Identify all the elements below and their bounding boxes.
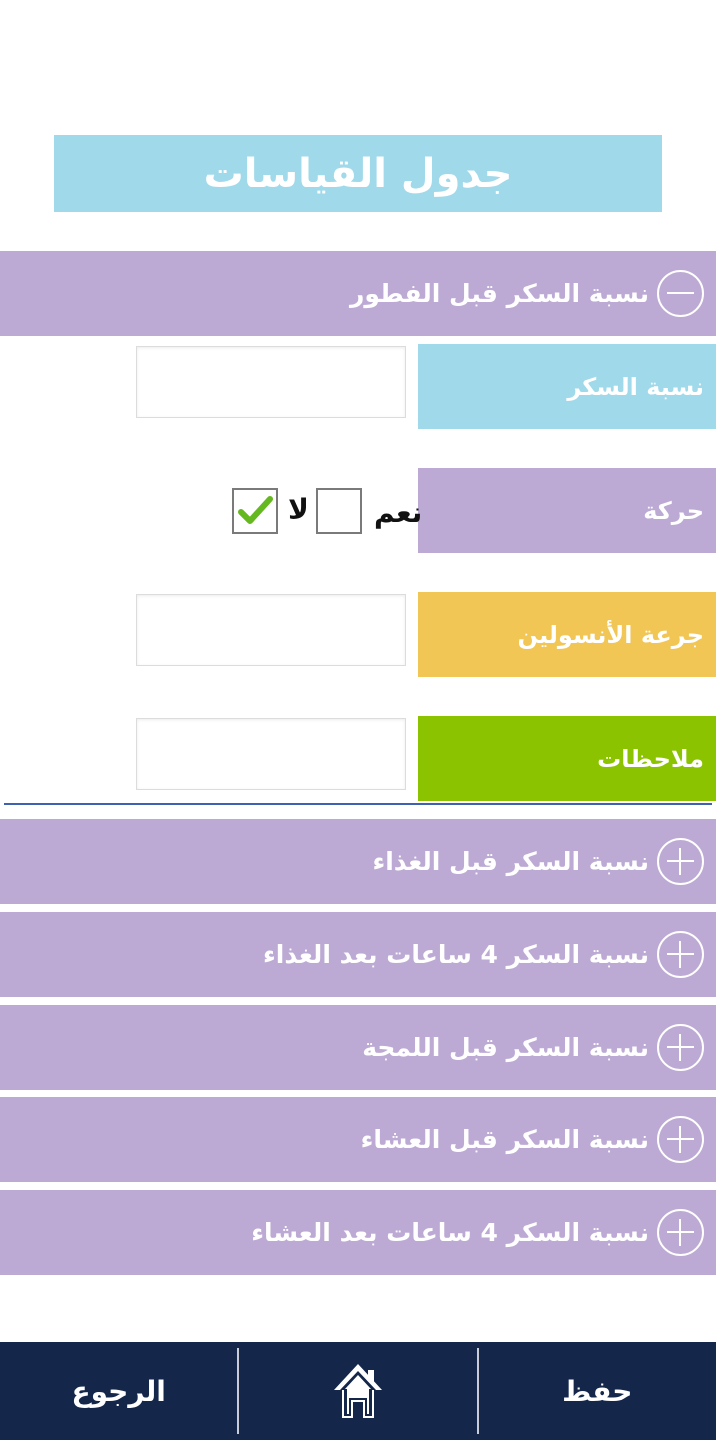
yes-label: نعم bbox=[374, 496, 423, 529]
home-icon bbox=[334, 1364, 382, 1418]
notes-label-text: ملاحظات bbox=[597, 744, 704, 773]
section-before-lunch[interactable]: نسبة السكر قبل الغذاء bbox=[0, 819, 716, 904]
plus-circle-icon[interactable] bbox=[657, 1116, 704, 1163]
section-before-breakfast[interactable]: نسبة السكر قبل الفطور bbox=[0, 251, 716, 336]
home-button[interactable] bbox=[239, 1342, 476, 1440]
minus-circle-icon[interactable] bbox=[657, 270, 704, 317]
page-title: جدول القياسات bbox=[203, 150, 513, 197]
save-button-label: حفظ bbox=[562, 1374, 633, 1408]
activity-label-text: حركة bbox=[643, 496, 704, 525]
section-label: نسبة السكر قبل اللمجة bbox=[362, 1033, 649, 1062]
section-label: نسبة السكر 4 ساعات بعد العشاء bbox=[251, 1218, 649, 1247]
section-label: نسبة السكر قبل الفطور bbox=[349, 279, 649, 308]
save-button[interactable]: حفظ bbox=[479, 1342, 716, 1440]
bottom-bar: الرجوع حفظ bbox=[0, 1342, 716, 1440]
insulin-dose-label: جرعة الأنسولين bbox=[418, 592, 716, 677]
sugar-level-label-text: نسبة السكر bbox=[567, 372, 704, 401]
insulin-dose-label-text: جرعة الأنسولين bbox=[517, 620, 704, 649]
back-button-label: الرجوع bbox=[71, 1374, 166, 1408]
section-label: نسبة السكر قبل الغذاء bbox=[372, 847, 649, 876]
section-4h-after-lunch[interactable]: نسبة السكر 4 ساعات بعد الغذاء bbox=[0, 912, 716, 997]
plus-circle-icon[interactable] bbox=[657, 1024, 704, 1071]
sugar-level-input[interactable] bbox=[136, 346, 406, 418]
insulin-dose-input[interactable] bbox=[136, 594, 406, 666]
section-4h-after-dinner[interactable]: نسبة السكر 4 ساعات بعد العشاء bbox=[0, 1190, 716, 1275]
section-before-snack[interactable]: نسبة السكر قبل اللمجة bbox=[0, 1005, 716, 1090]
no-checkbox[interactable] bbox=[232, 488, 278, 534]
section-before-dinner[interactable]: نسبة السكر قبل العشاء bbox=[0, 1097, 716, 1182]
section-label: نسبة السكر 4 ساعات بعد الغذاء bbox=[263, 940, 649, 969]
notes-input[interactable] bbox=[136, 718, 406, 790]
notes-label: ملاحظات bbox=[418, 716, 716, 801]
activity-label: حركة bbox=[418, 468, 716, 553]
plus-circle-icon[interactable] bbox=[657, 1209, 704, 1256]
plus-circle-icon[interactable] bbox=[657, 931, 704, 978]
section-label: نسبة السكر قبل العشاء bbox=[360, 1125, 649, 1154]
no-label: لا bbox=[288, 493, 309, 526]
check-icon bbox=[238, 496, 273, 524]
yes-checkbox[interactable] bbox=[316, 488, 362, 534]
divider bbox=[4, 803, 712, 805]
plus-circle-icon[interactable] bbox=[657, 838, 704, 885]
page-title-bar: جدول القياسات bbox=[54, 135, 662, 212]
sugar-level-label: نسبة السكر bbox=[418, 344, 716, 429]
back-button[interactable]: الرجوع bbox=[0, 1342, 237, 1440]
